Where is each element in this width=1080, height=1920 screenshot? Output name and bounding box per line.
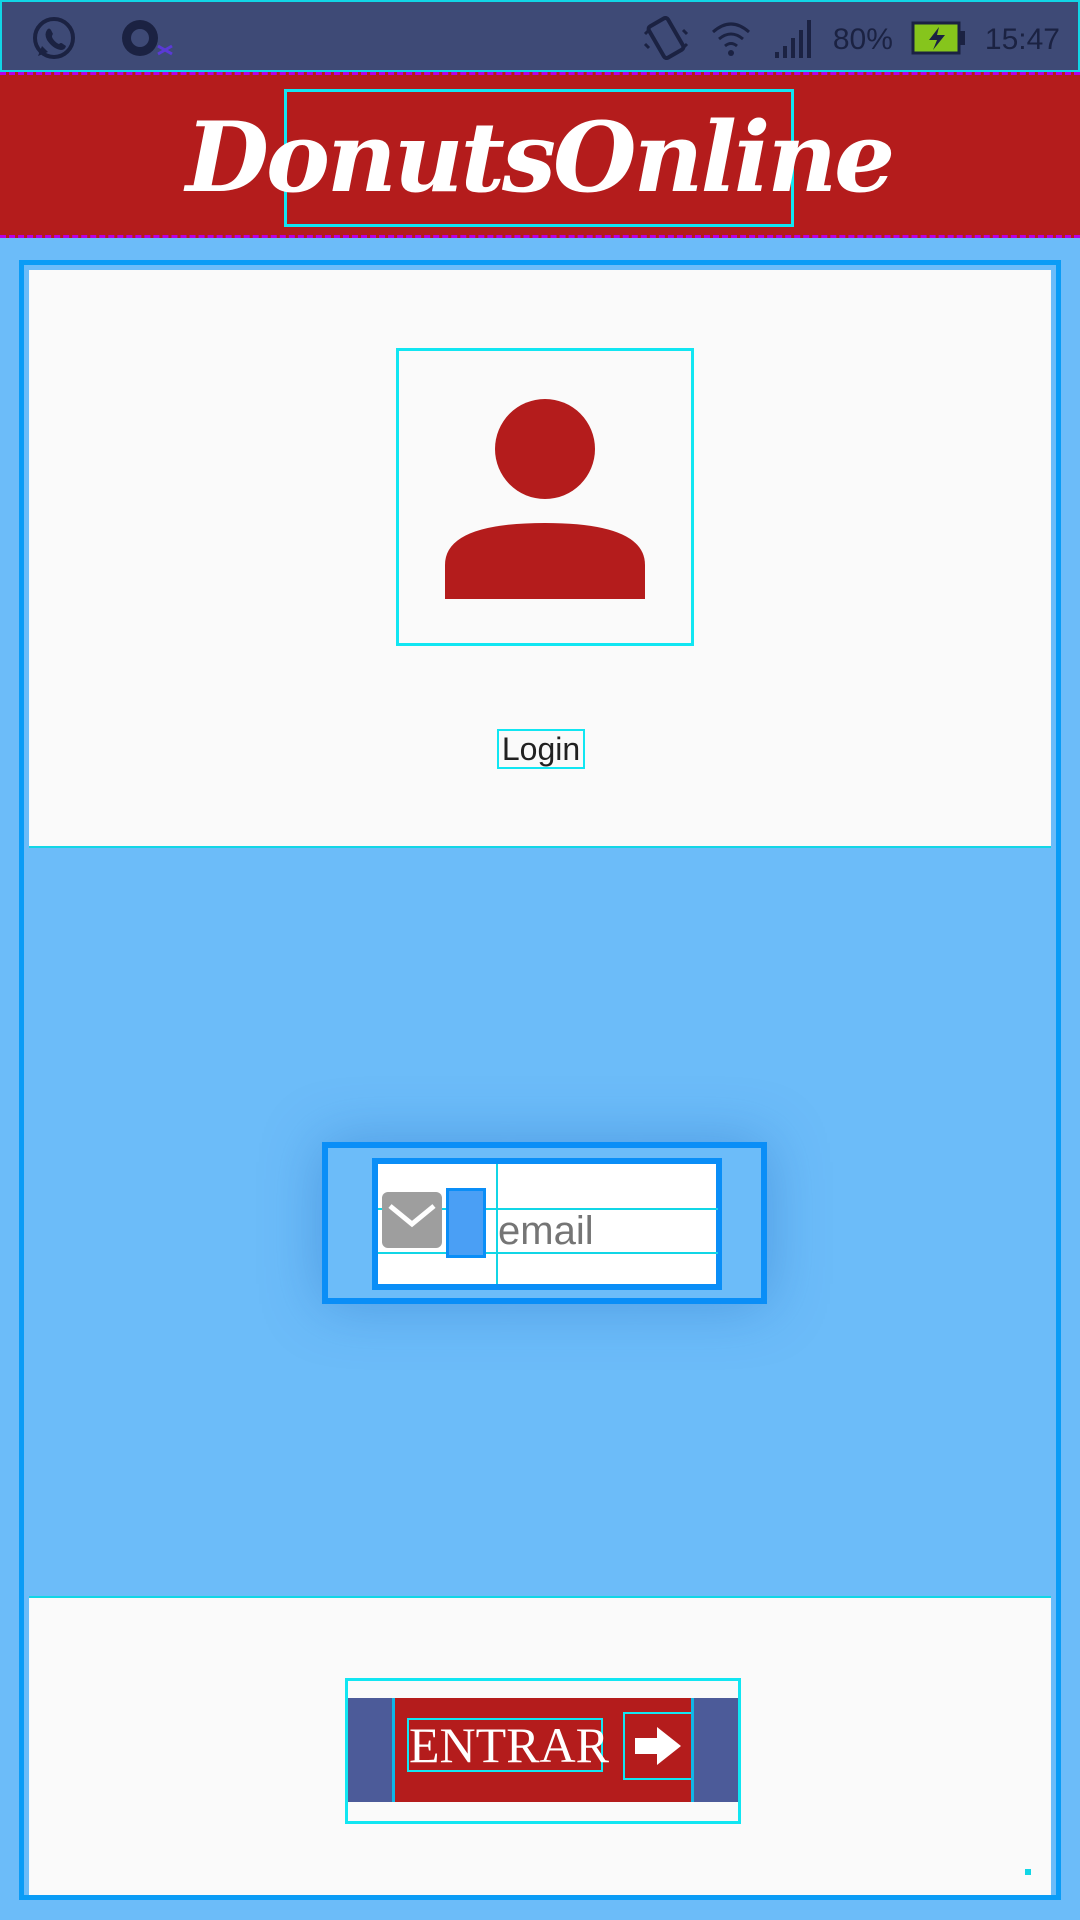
login-title: Login (497, 729, 585, 769)
whatsapp-icon (30, 14, 78, 66)
wifi-icon (709, 16, 753, 64)
header-title-box: DonutsOnline (186, 89, 895, 227)
app-circle-icon (118, 14, 178, 66)
mail-icon (382, 1192, 442, 1248)
enter-button[interactable]: ENTRAR (345, 1678, 741, 1824)
button-edge (691, 1698, 738, 1802)
button-edge (348, 1698, 395, 1802)
email-input[interactable] (498, 1210, 708, 1252)
vibrate-icon (641, 14, 691, 66)
clock: 15:47 (984, 23, 1060, 56)
person-icon (399, 399, 691, 647)
battery-percent: 80% (832, 23, 893, 56)
email-field[interactable] (372, 1158, 722, 1290)
email-field-frame (322, 1142, 767, 1304)
battery-charging-icon (911, 20, 967, 60)
icon-separator (446, 1188, 486, 1258)
login-header-section: Login (29, 270, 1051, 848)
field-divider (378, 1252, 718, 1254)
enter-button-label: ENTRAR (407, 1717, 609, 1773)
status-bar: 80% 15:47 (0, 0, 1080, 72)
app-title: DonutsOnline (185, 101, 895, 214)
app-header: DonutsOnline (0, 72, 1080, 238)
avatar (396, 348, 694, 646)
corner-marker (1025, 1869, 1031, 1875)
login-form-section (29, 848, 1051, 1596)
login-action-section: ENTRAR (29, 1596, 1051, 1895)
signal-icon (771, 16, 815, 64)
enter-button-body[interactable]: ENTRAR (395, 1698, 693, 1802)
arrow-right-icon (623, 1712, 693, 1780)
login-card: Login ENTRAR (19, 260, 1061, 1900)
